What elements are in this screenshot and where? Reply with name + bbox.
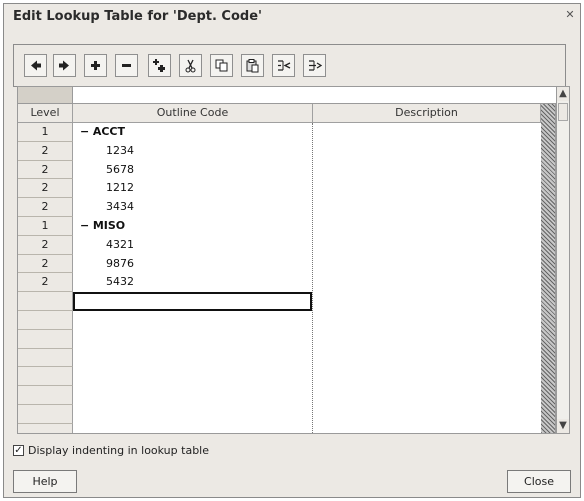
lookup-grid: Level Outline Code Description 1 2 2 2 2…	[17, 104, 556, 434]
level-cell-empty[interactable]	[18, 292, 73, 311]
outdent-button[interactable]	[272, 54, 295, 77]
description-column[interactable]	[313, 123, 541, 433]
header-description: Description	[313, 104, 541, 123]
add-icon	[91, 61, 100, 70]
vertical-scrollbar[interactable]: ▲ ▼	[556, 86, 570, 434]
dialog-title: Edit Lookup Table for 'Dept. Code'	[13, 9, 262, 24]
level-cell-empty[interactable]	[18, 386, 73, 405]
help-button[interactable]: Help	[13, 470, 77, 493]
remove-button[interactable]	[115, 54, 138, 77]
toolbar	[13, 44, 566, 87]
collapse-icon[interactable]: −	[80, 123, 89, 141]
outline-code-cell[interactable]: 1212	[73, 179, 312, 198]
paste-icon	[246, 59, 259, 73]
scroll-up-arrow-icon[interactable]: ▲	[557, 87, 569, 101]
level-cell[interactable]: 2	[18, 179, 73, 199]
outline-code-cell[interactable]: − ACCT	[73, 123, 312, 142]
paste-button[interactable]	[241, 54, 264, 77]
indent-icon	[309, 60, 322, 71]
header-outline-code: Outline Code	[73, 104, 313, 123]
move-right-icon	[59, 60, 69, 71]
close-button[interactable]: Close	[507, 470, 571, 493]
level-cell[interactable]: 2	[18, 198, 73, 217]
level-column: 1 2 2 2 2 1 2 2 2	[18, 123, 73, 433]
outline-code-cell[interactable]: 5432	[73, 273, 312, 292]
scroll-thumb[interactable]	[558, 103, 568, 121]
outline-code-text: MISO	[92, 218, 126, 232]
add-button[interactable]	[84, 54, 107, 77]
collapse-icon[interactable]: −	[80, 217, 89, 235]
display-indenting-checkbox[interactable]: ✓	[13, 444, 24, 456]
level-cell[interactable]: 2	[18, 273, 73, 293]
outline-code-column: − ACCT 1234 5678 1212 3434 − MISO 4321 9…	[73, 123, 313, 433]
level-cell-empty[interactable]	[18, 310, 73, 330]
level-cell-empty[interactable]	[18, 404, 73, 424]
outline-code-cell[interactable]: 3434	[73, 198, 312, 217]
level-cell[interactable]: 2	[18, 160, 73, 180]
outline-code-cell[interactable]: 4321	[73, 236, 312, 255]
copy-icon	[215, 59, 228, 72]
display-indenting-label: Display indenting in lookup table	[28, 443, 209, 457]
level-cell[interactable]: 1	[18, 123, 73, 142]
dialog-window: Edit Lookup Table for 'Dept. Code' ✕ Lev…	[3, 3, 581, 498]
outline-code-cell[interactable]: − MISO	[73, 217, 312, 236]
level-cell-empty[interactable]	[18, 423, 73, 433]
active-edit-cell[interactable]	[73, 292, 312, 311]
grid-hatch-edge	[541, 104, 555, 433]
outline-code-cell[interactable]: 1234	[73, 142, 312, 161]
indent-button[interactable]	[303, 54, 326, 77]
display-indenting-option[interactable]: ✓ Display indenting in lookup table	[13, 442, 209, 458]
move-right-button[interactable]	[53, 54, 76, 77]
cut-icon	[185, 59, 196, 73]
move-left-button[interactable]	[24, 54, 47, 77]
outline-code-text: ACCT	[92, 125, 126, 138]
outdent-icon	[278, 60, 291, 71]
insert-icon	[153, 59, 165, 72]
level-cell[interactable]: 2	[18, 235, 73, 255]
move-left-icon	[31, 60, 41, 71]
level-cell-empty[interactable]	[18, 348, 73, 368]
edit-bar-gutter	[18, 87, 73, 103]
remove-icon	[122, 64, 131, 67]
scroll-down-arrow-icon[interactable]: ▼	[557, 419, 569, 433]
level-cell[interactable]: 2	[18, 254, 73, 274]
level-cell-empty[interactable]	[18, 367, 73, 387]
insert-button[interactable]	[148, 54, 171, 77]
level-cell[interactable]: 2	[18, 141, 73, 161]
cut-button[interactable]	[179, 54, 202, 77]
title-bar: Edit Lookup Table for 'Dept. Code' ✕	[4, 4, 580, 30]
header-level: Level	[18, 104, 73, 123]
outline-code-cell[interactable]: 5678	[73, 161, 312, 180]
close-icon[interactable]: ✕	[563, 8, 577, 22]
level-cell[interactable]: 1	[18, 216, 73, 236]
copy-button[interactable]	[210, 54, 233, 77]
outline-code-cell[interactable]: 9876	[73, 255, 312, 274]
level-cell-empty[interactable]	[18, 329, 73, 349]
cell-edit-bar[interactable]	[17, 86, 570, 104]
